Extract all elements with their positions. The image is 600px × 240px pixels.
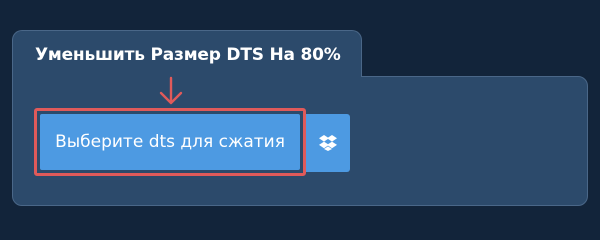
dropbox-button[interactable] bbox=[306, 114, 350, 172]
select-dts-button[interactable]: Выберите dts для сжатия bbox=[40, 114, 300, 170]
dropbox-icon bbox=[319, 135, 337, 151]
panel-tab: Уменьшить Размер DTS На 80% bbox=[12, 30, 362, 78]
arrow-down-icon bbox=[159, 76, 183, 105]
panel-title: Уменьшить Размер DTS На 80% bbox=[35, 45, 341, 65]
